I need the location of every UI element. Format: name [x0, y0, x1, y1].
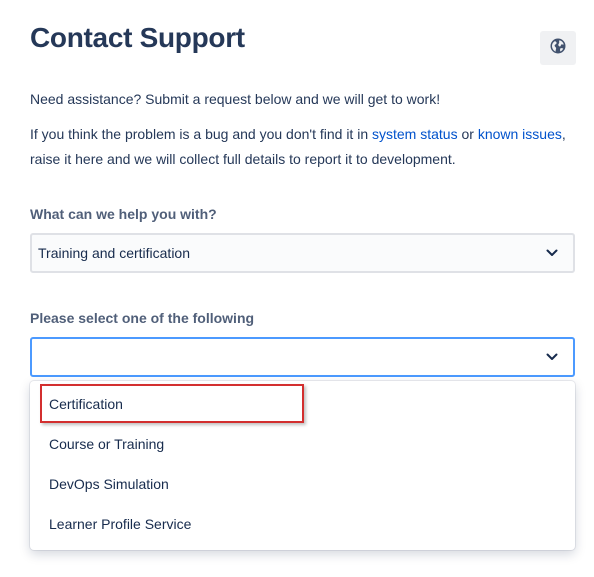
option-certification[interactable]: Certification [30, 384, 575, 424]
sub-topic-dropdown-menu: Certification Course or Training DevOps … [30, 381, 575, 550]
language-button[interactable] [540, 31, 576, 65]
option-learner-profile-service[interactable]: Learner Profile Service [30, 504, 575, 544]
option-devops-simulation[interactable]: DevOps Simulation [30, 464, 575, 504]
bug-text-or: or [457, 126, 478, 142]
sub-topic-select[interactable] [30, 337, 575, 377]
page-title: Contact Support [30, 22, 245, 53]
option-course-or-training[interactable]: Course or Training [30, 424, 575, 464]
contact-support-page: Contact Support Need assistance? Submit … [0, 0, 594, 577]
intro-text: Need assistance? Submit a request below … [30, 91, 441, 107]
system-status-link[interactable]: system status [372, 126, 458, 142]
bug-report-text: If you think the problem is a bug and yo… [30, 122, 575, 172]
help-topic-value: Training and certification [38, 245, 191, 261]
help-topic-label: What can we help you with? [30, 206, 217, 222]
chevron-down-icon [545, 350, 559, 364]
help-topic-select[interactable]: Training and certification [30, 233, 575, 273]
known-issues-link[interactable]: known issues [478, 126, 562, 142]
globe-icon [549, 37, 567, 60]
bug-text-prefix: If you think the problem is a bug and yo… [30, 126, 372, 142]
chevron-down-icon [545, 246, 559, 260]
sub-topic-label: Please select one of the following [30, 310, 255, 326]
